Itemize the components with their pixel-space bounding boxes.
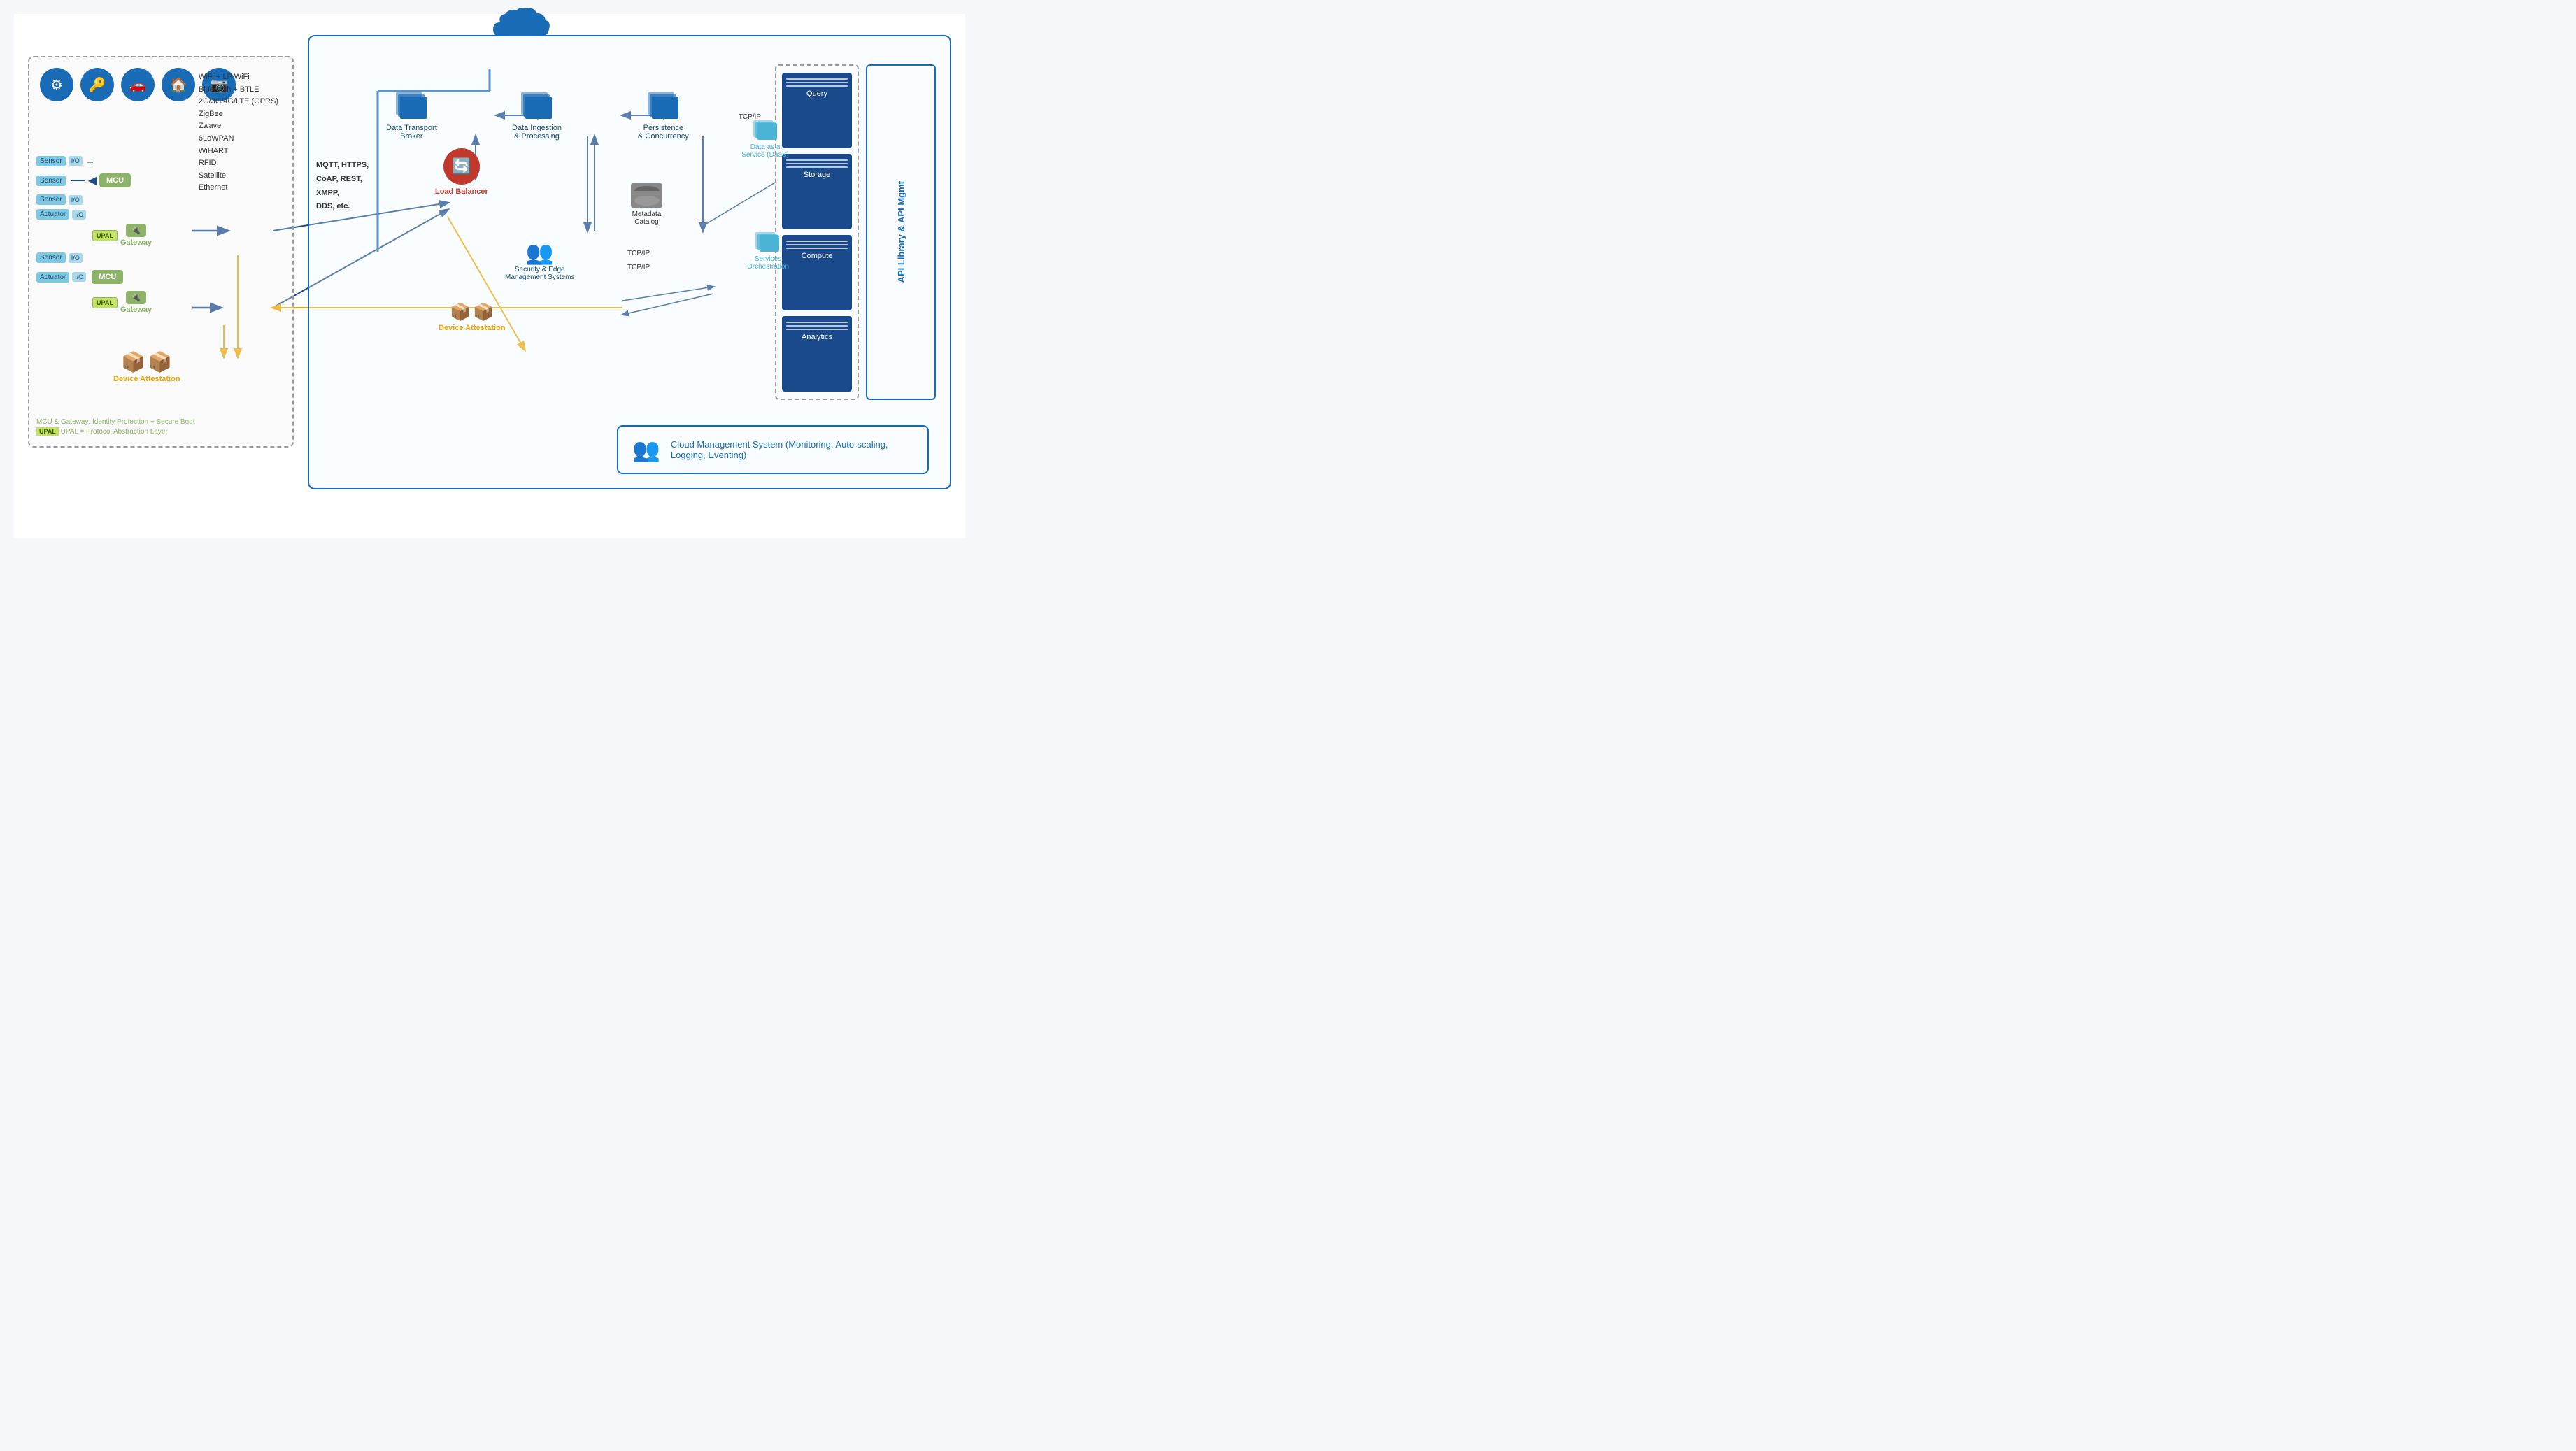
data-transport-label: Data Transport Broker — [386, 124, 437, 141]
gateway-label-2: Gateway — [120, 306, 152, 314]
house-icon: 🏠 — [162, 68, 195, 101]
cloud-mgmt-label: Cloud Management System (Monitoring, Aut… — [671, 439, 913, 460]
gateway-group-1: UPAL 🔌 Gateway — [92, 224, 232, 247]
gateway-label-1: Gateway — [120, 238, 152, 247]
load-balancer-label: Load Balancer — [435, 187, 488, 196]
daas-label: Data as aService (DaaS) — [741, 143, 789, 159]
device-att-left-label: Device Attestation — [113, 375, 180, 383]
cloud-management: 👥 Cloud Management System (Monitoring, A… — [617, 425, 929, 474]
sensor-row-4: Sensor I/O — [36, 252, 232, 263]
gateway-box-2: 🔌 — [126, 291, 147, 304]
services-orch-label: ServicesOrchestration — [747, 255, 789, 271]
service-analytics: Analytics — [782, 316, 852, 392]
cloud-icon — [490, 5, 553, 47]
metadata-label: MetadataCatalog — [631, 210, 662, 226]
tcpip-3: TCP/IP — [627, 264, 650, 271]
upal-box-1: UPAL — [92, 230, 118, 241]
api-library-label: API Library & API Mgmt — [896, 181, 906, 283]
upal-box-2: UPAL — [92, 297, 118, 308]
data-ingestion: Data Ingestion & Processing — [512, 92, 562, 141]
api-library-panel: API Library & API Mgmt — [866, 64, 936, 400]
data-ingestion-label: Data Ingestion & Processing — [512, 124, 562, 141]
service-query: Query — [782, 73, 852, 148]
protocol-bt: Bluetooth + BTLE — [199, 84, 278, 97]
service-query-label: Query — [786, 90, 848, 98]
protocol-zwave: Zwave — [199, 120, 278, 133]
left-panel: ⚙ 🔑 🚗 🏠 📷 WiFi + LP WiFi Bluetooth + BTL… — [28, 56, 294, 448]
security-label: Security & Edge Management Systems — [505, 266, 575, 281]
person-key-icon: 🔑 — [80, 68, 114, 101]
sensor-row-3: Sensor I/O — [36, 194, 232, 205]
legend-line-1: MCU & Gateway: Identity Protection + Sec… — [36, 418, 195, 426]
metadata-catalog: MetadataCatalog — [631, 183, 662, 226]
service-storage-label: Storage — [786, 171, 848, 179]
load-balancer: 🔄 Load Balancer — [435, 148, 488, 196]
actuator-row-1: Actuator I/O — [36, 209, 232, 220]
protocol-4g: 2G/3G/4G/LTE (GPRS) — [199, 96, 278, 108]
mcu-box-1: MCU — [99, 173, 131, 187]
persistence-box: Persistence & Concurrency — [638, 92, 689, 141]
cloud-mgmt-icon: 👥 — [632, 436, 660, 463]
wind-turbine-icon: ⚙ — [40, 68, 73, 101]
gateway-box-1: 🔌 — [126, 224, 147, 237]
device-att-mid-label: Device Attestation — [439, 324, 506, 332]
tcpip-2: TCP/IP — [627, 250, 650, 257]
device-attestation-left: 📦 📦 Device Attestation — [113, 350, 180, 383]
devices-section: Sensor I/O → Sensor ◀ MCU Sensor I/O Act… — [36, 155, 232, 314]
diagram-container: ⚙ 🔑 🚗 🏠 📷 WiFi + LP WiFi Bluetooth + BTL… — [14, 14, 965, 538]
service-analytics-label: Analytics — [786, 333, 848, 341]
gateway-group-2: UPAL 🔌 Gateway — [92, 291, 232, 314]
protocol-6lowpan: 6LoWPAN — [199, 133, 278, 145]
protocol-text-area: MQTT, HTTPS,CoAP, REST,XMPP,DDS, etc. — [316, 159, 369, 214]
legend: MCU & Gateway: Identity Protection + Sec… — [36, 418, 195, 436]
cloud-panel: Data Transport Broker Data Ingestion & P… — [308, 35, 951, 489]
sensor-row-2: Sensor ◀ MCU — [36, 171, 232, 190]
actuator-row-2: Actuator I/O MCU — [36, 267, 232, 287]
service-compute-label: Compute — [786, 252, 848, 260]
mcu-box-2: MCU — [92, 270, 123, 284]
legend-line-2: UPAL UPAL = Protocol Abstraction Layer — [36, 428, 195, 436]
data-transport-broker: Data Transport Broker — [386, 92, 437, 141]
protocol-zigbee: ZigBee — [199, 108, 278, 121]
service-compute: Compute — [782, 235, 852, 310]
protocol-wifi: WiFi + LP WiFi — [199, 71, 278, 84]
services-orchestration: ServicesOrchestration — [747, 232, 789, 271]
persistence-label: Persistence & Concurrency — [638, 124, 689, 141]
device-attestation-mid: 📦 📦 Device Attestation — [439, 302, 506, 332]
car-icon: 🚗 — [121, 68, 155, 101]
security-edge: 👥 Security & Edge Management Systems — [505, 239, 575, 281]
service-storage: Storage — [782, 154, 852, 229]
security-icon: 👥 — [505, 239, 575, 266]
sensor-row-1: Sensor I/O → — [36, 155, 232, 166]
daas-box: Data as aService (DaaS) — [741, 120, 789, 159]
